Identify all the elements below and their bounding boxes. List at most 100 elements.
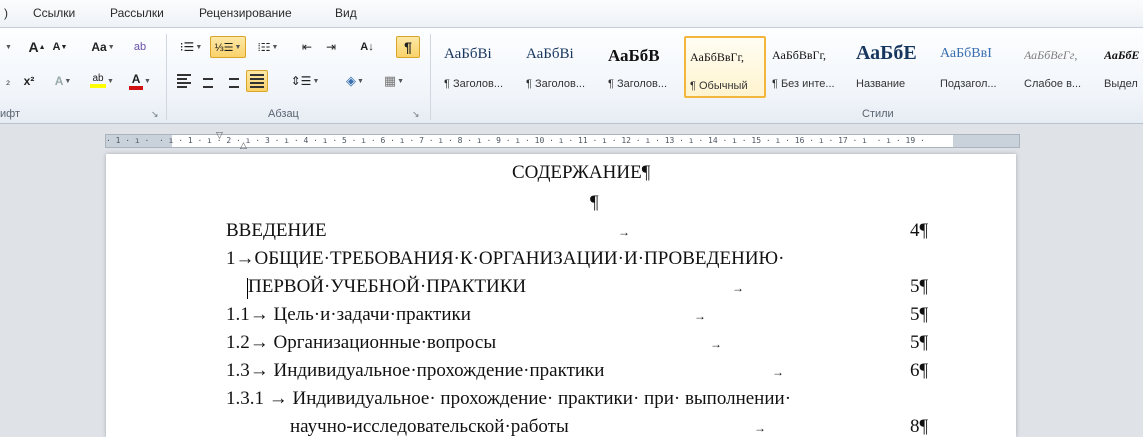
style-name: ¶ Обычный bbox=[690, 80, 748, 92]
ribbon: ▼ A ▲ A ▼ Aa ▼ ab ₂ x² A ▼ ab ▼ A ▼ ифт ↘ ⁝☰… bbox=[0, 28, 1143, 124]
toc-entry-text: ПЕРВОЙ·УЧЕБНОЙ·ПРАКТИКИ bbox=[248, 276, 527, 297]
style-subtitle[interactable]: АаБбВвІ Подзагол... bbox=[936, 36, 1018, 98]
tab-view[interactable]: Вид bbox=[335, 6, 357, 20]
style-heading-1[interactable]: АаБбВі ¶ Заголов... bbox=[440, 36, 522, 98]
style-name: ¶ Заголов... bbox=[526, 78, 586, 90]
superscript-button[interactable]: x² bbox=[18, 70, 40, 92]
style-heading-3[interactable]: АаБбВ ¶ Заголов... bbox=[604, 36, 686, 98]
clear-format-button[interactable]: ab bbox=[128, 36, 152, 58]
toc-entry-page: 5¶ bbox=[910, 332, 929, 353]
shading-button[interactable]: ◈ ▼ bbox=[338, 70, 372, 92]
line-spacing-button[interactable]: ⇕☰ ▼ bbox=[288, 70, 322, 92]
shrink-font-button[interactable]: A ▼ bbox=[50, 36, 70, 58]
first-line-indent-marker-icon[interactable]: ▽ bbox=[216, 130, 223, 141]
style-sample: АаБбВі bbox=[444, 46, 492, 62]
style-sample: АаБбВвГг, bbox=[772, 48, 827, 62]
toc-entry-text: 1.1→ Цель·и·задачи·практики bbox=[226, 304, 471, 325]
pilcrow-icon: ¶ bbox=[404, 39, 412, 55]
multilevel-list-icon: ⁞☷ bbox=[257, 41, 271, 54]
grow-font-button[interactable]: A ▲ bbox=[26, 36, 48, 58]
tab-references[interactable]: Ссылки bbox=[33, 6, 75, 20]
subscript-icon: ₂ bbox=[5, 75, 11, 87]
align-right-icon bbox=[225, 74, 239, 88]
styles-group-label: Стили bbox=[862, 108, 894, 120]
hanging-indent-marker-icon[interactable]: △ bbox=[240, 140, 247, 151]
numbering-button[interactable]: ⅓☰ ▼ bbox=[210, 36, 246, 58]
line-spacing-icon: ⇕☰ bbox=[290, 74, 312, 88]
toc-entry-text: 1.3.1 → Индивидуальное· прохождение· пра… bbox=[226, 388, 792, 409]
style-sample: АаБбЕ bbox=[856, 42, 917, 64]
style-normal[interactable]: АаБбВвГг, ¶ Обычный bbox=[684, 36, 766, 98]
tab-edge: ) bbox=[4, 6, 8, 20]
subscript-button[interactable]: ₂ bbox=[0, 70, 16, 92]
paragraph-dialog-launcher-icon[interactable]: ↘ bbox=[412, 109, 422, 119]
sort-icon: A↓ bbox=[360, 41, 374, 53]
increase-indent-button[interactable]: ⇥ bbox=[320, 36, 342, 58]
decrease-indent-icon: ⇤ bbox=[301, 40, 313, 54]
change-case-button[interactable]: Aa ▼ bbox=[86, 36, 120, 58]
bullets-button[interactable]: ⁝☰ ▼ bbox=[174, 36, 208, 58]
toc-entry-text: 1.2→ Организационные·вопросы bbox=[226, 332, 497, 353]
ribbon-tabs: ) Ссылки Рассылки Рецензирование Вид bbox=[0, 0, 1143, 28]
style-name: Название bbox=[856, 78, 906, 90]
toc-entry-text: научно-исследовательской·работы bbox=[290, 416, 569, 437]
style-name: ¶ Заголов... bbox=[444, 78, 504, 90]
style-title[interactable]: АаБбЕ Название bbox=[852, 36, 934, 98]
align-center-button[interactable] bbox=[198, 70, 218, 92]
toc-title: СОДЕРЖАНИЕ¶ bbox=[512, 162, 651, 183]
decrease-indent-button[interactable]: ⇤ bbox=[296, 36, 318, 58]
font-color-button[interactable]: A ▼ bbox=[124, 70, 156, 92]
ruler-area: · 1 · ı · · ı · 1 · ı · 2 · ı · 3 · ı · … bbox=[0, 124, 1143, 154]
increase-indent-icon: ⇥ bbox=[325, 40, 337, 54]
shrink-font-icon: A bbox=[52, 41, 61, 53]
document-page[interactable]: СОДЕРЖАНИЕ¶ ¶ ВВЕДЕНИЕ → 4¶ 1→ОБЩИЕ·ТРЕБ… bbox=[106, 154, 1016, 437]
numbering-icon: ⅓☰ bbox=[214, 41, 234, 54]
font-size-dropdown[interactable]: ▼ bbox=[0, 36, 16, 58]
tab-review[interactable]: Рецензирование bbox=[199, 6, 292, 20]
style-sample: АаБбЕ bbox=[1104, 48, 1140, 62]
show-formatting-button[interactable]: ¶ bbox=[396, 36, 420, 58]
style-subtle-emphasis[interactable]: АаБбВеГг, Слабое в... bbox=[1020, 36, 1096, 98]
highlight-button[interactable]: ab ▼ bbox=[84, 70, 120, 92]
multilevel-list-button[interactable]: ⁞☷ ▼ bbox=[250, 36, 286, 58]
group-separator bbox=[430, 34, 431, 120]
toc-entry-page: 6¶ bbox=[910, 360, 929, 381]
highlight-icon: ab bbox=[90, 74, 107, 88]
style-no-spacing[interactable]: АаБбВвГг, ¶ Без инте... bbox=[768, 36, 850, 98]
style-name: ¶ Заголов... bbox=[608, 78, 668, 90]
tab-arrow-icon: → bbox=[694, 309, 706, 323]
tab-arrow-icon: → bbox=[732, 281, 744, 295]
text-effects-button[interactable]: A ▼ bbox=[48, 70, 78, 92]
style-sample: АаБбВеГг, bbox=[1024, 48, 1078, 62]
style-name: ¶ Без инте... bbox=[772, 78, 835, 90]
toc-entry-page: 5¶ bbox=[910, 276, 929, 297]
tab-arrow-icon: → bbox=[772, 365, 784, 379]
tab-mailings[interactable]: Рассылки bbox=[110, 6, 164, 20]
empty-paragraph-mark: ¶ bbox=[590, 192, 599, 213]
style-sample: АаБбВі bbox=[526, 46, 574, 62]
align-left-button[interactable] bbox=[174, 70, 194, 92]
grow-font-icon: A bbox=[28, 39, 39, 55]
style-name: Подзагол... bbox=[940, 78, 997, 90]
style-sample: АаБбВ bbox=[608, 46, 660, 65]
font-dialog-launcher-icon[interactable]: ↘ bbox=[151, 109, 161, 119]
tab-arrow-icon: → bbox=[754, 421, 766, 435]
sort-button[interactable]: A↓ bbox=[356, 36, 378, 58]
text-cursor bbox=[247, 278, 248, 299]
toc-entry-text: 1→ОБЩИЕ·ТРЕБОВАНИЯ·К·ОРГАНИЗАЦИИ·И·ПРОВЕ… bbox=[226, 248, 785, 269]
clear-format-icon: ab bbox=[133, 41, 147, 53]
align-right-button[interactable] bbox=[222, 70, 242, 92]
style-sample: АаБбВвГг, bbox=[690, 50, 745, 64]
font-color-icon: A bbox=[129, 72, 144, 90]
font-group-label: ифт bbox=[0, 108, 20, 120]
toc-entry-page: 4¶ bbox=[910, 220, 929, 241]
borders-button[interactable]: ▦ ▼ bbox=[378, 70, 410, 92]
right-margin-area bbox=[953, 135, 1019, 147]
style-heading-2[interactable]: АаБбВі ¶ Заголов... bbox=[522, 36, 604, 98]
paragraph-group-label: Абзац bbox=[268, 108, 299, 120]
horizontal-ruler[interactable]: · 1 · ı · · ı · 1 · ı · 2 · ı · 3 · ı · … bbox=[105, 130, 1020, 151]
shading-icon: ◈ bbox=[346, 73, 357, 88]
change-case-icon: Aa bbox=[91, 40, 107, 54]
justify-button[interactable] bbox=[246, 70, 268, 92]
style-emphasis[interactable]: АаБбЕ Выдел bbox=[1100, 36, 1143, 98]
